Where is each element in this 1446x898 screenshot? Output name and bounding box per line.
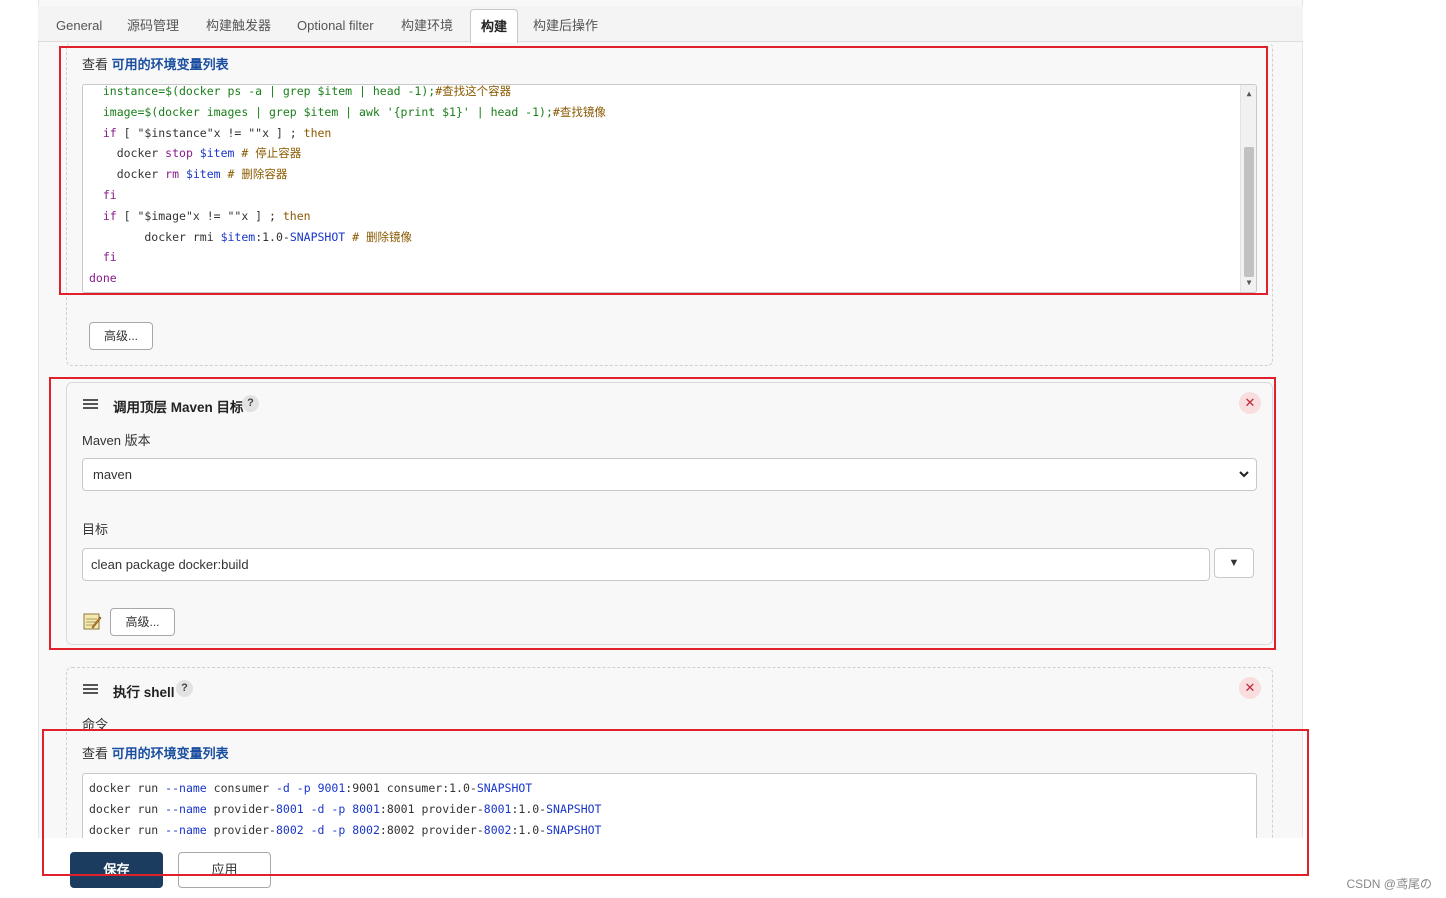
code-lines-1: instance=$(docker ps -a | grep $item | h… [89, 84, 1256, 289]
maven-step-card [66, 382, 1273, 645]
tab-build-environment[interactable]: 构建环境 [391, 9, 463, 42]
tab-post-build[interactable]: 构建后操作 [523, 9, 608, 42]
env-vars-text-1: 查看 可用的环境变量列表 [82, 54, 229, 73]
maven-version-label: Maven 版本 [82, 433, 151, 448]
code-line: docker rmi $item:1.0-SNAPSHOT # 删除镜像 [89, 229, 412, 244]
env-vars-text-2: 查看 可用的环境变量列表 [82, 743, 482, 762]
code-line: docker run --name provider-8001 -d -p 80… [89, 801, 602, 816]
editor-scrollbar[interactable]: ▲ ▼ [1240, 85, 1256, 292]
scroll-up-icon[interactable]: ▲ [1241, 87, 1256, 101]
command-label: 命令 [82, 717, 109, 732]
advanced-button-1[interactable]: 高级... [89, 322, 153, 350]
code-line: fi [89, 187, 117, 202]
drag-handle-icon[interactable] [83, 399, 98, 409]
env-vars-prefix: 查看 [82, 57, 112, 72]
tab-source-management[interactable]: 源码管理 [117, 9, 189, 42]
env-vars-link-1[interactable]: 可用的环境变量列表 [112, 57, 229, 72]
scrollbar-thumb[interactable] [1244, 147, 1254, 277]
advanced-button-2[interactable]: 高级... [110, 608, 175, 636]
maven-version-value: maven [93, 467, 133, 482]
help-icon[interactable]: ? [242, 395, 259, 412]
code-line: if [ "$image"x != ""x ] ; then [89, 208, 311, 223]
chevron-down-icon [1238, 459, 1250, 503]
save-button[interactable]: 保存 [70, 852, 163, 888]
code-line: done [89, 271, 117, 286]
delete-step-icon[interactable]: ✕ [1239, 677, 1261, 699]
maven-step-title: 调用顶层 Maven 目标 [113, 400, 244, 415]
code-line: instance=$(docker ps -a | grep $item | h… [89, 84, 512, 98]
tab-build-triggers[interactable]: 构建触发器 [196, 9, 281, 42]
delete-step-icon[interactable]: ✕ [1239, 392, 1261, 414]
goals-expand-button[interactable]: ▼ [1214, 548, 1254, 578]
scroll-down-icon[interactable]: ▼ [1241, 276, 1256, 290]
code-lines-2: docker run --name consumer -d -p 9001:90… [89, 778, 1256, 840]
env-vars-link-2[interactable]: 可用的环境变量列表 [112, 746, 229, 761]
tab-general[interactable]: General [46, 9, 112, 42]
apply-button[interactable]: 应用 [178, 852, 271, 888]
goals-input[interactable]: clean package docker:build [82, 548, 1210, 581]
watermark: CSDN @鸢尾の [1346, 877, 1432, 891]
code-line: docker rm $item # 删除容器 [89, 167, 288, 182]
env-vars-prefix: 查看 [82, 746, 112, 761]
tab-optional-filter[interactable]: Optional filter [287, 9, 384, 42]
tab-build[interactable]: 构建 [470, 9, 519, 43]
config-tab-bar: General 源码管理 构建触发器 Optional filter 构建环境 … [38, 6, 1303, 43]
shell-step-title: 执行 shell [113, 685, 175, 700]
code-line: docker stop $item # 停止容器 [89, 146, 302, 161]
goals-label: 目标 [82, 522, 109, 537]
shell-command-editor-1[interactable]: instance=$(docker ps -a | grep $item | h… [82, 84, 1257, 293]
maven-version-select[interactable]: maven [82, 458, 1257, 491]
code-line: fi [89, 250, 117, 265]
code-line: docker run --name consumer -d -p 9001:90… [89, 781, 533, 795]
code-line: if [ "$instance"x != ""x ] ; then [89, 125, 332, 140]
drag-handle-icon[interactable] [83, 684, 98, 694]
notepad-icon[interactable] [82, 611, 102, 631]
code-line: image=$(docker images | grep $item | awk… [89, 104, 606, 119]
help-icon[interactable]: ? [176, 680, 193, 697]
